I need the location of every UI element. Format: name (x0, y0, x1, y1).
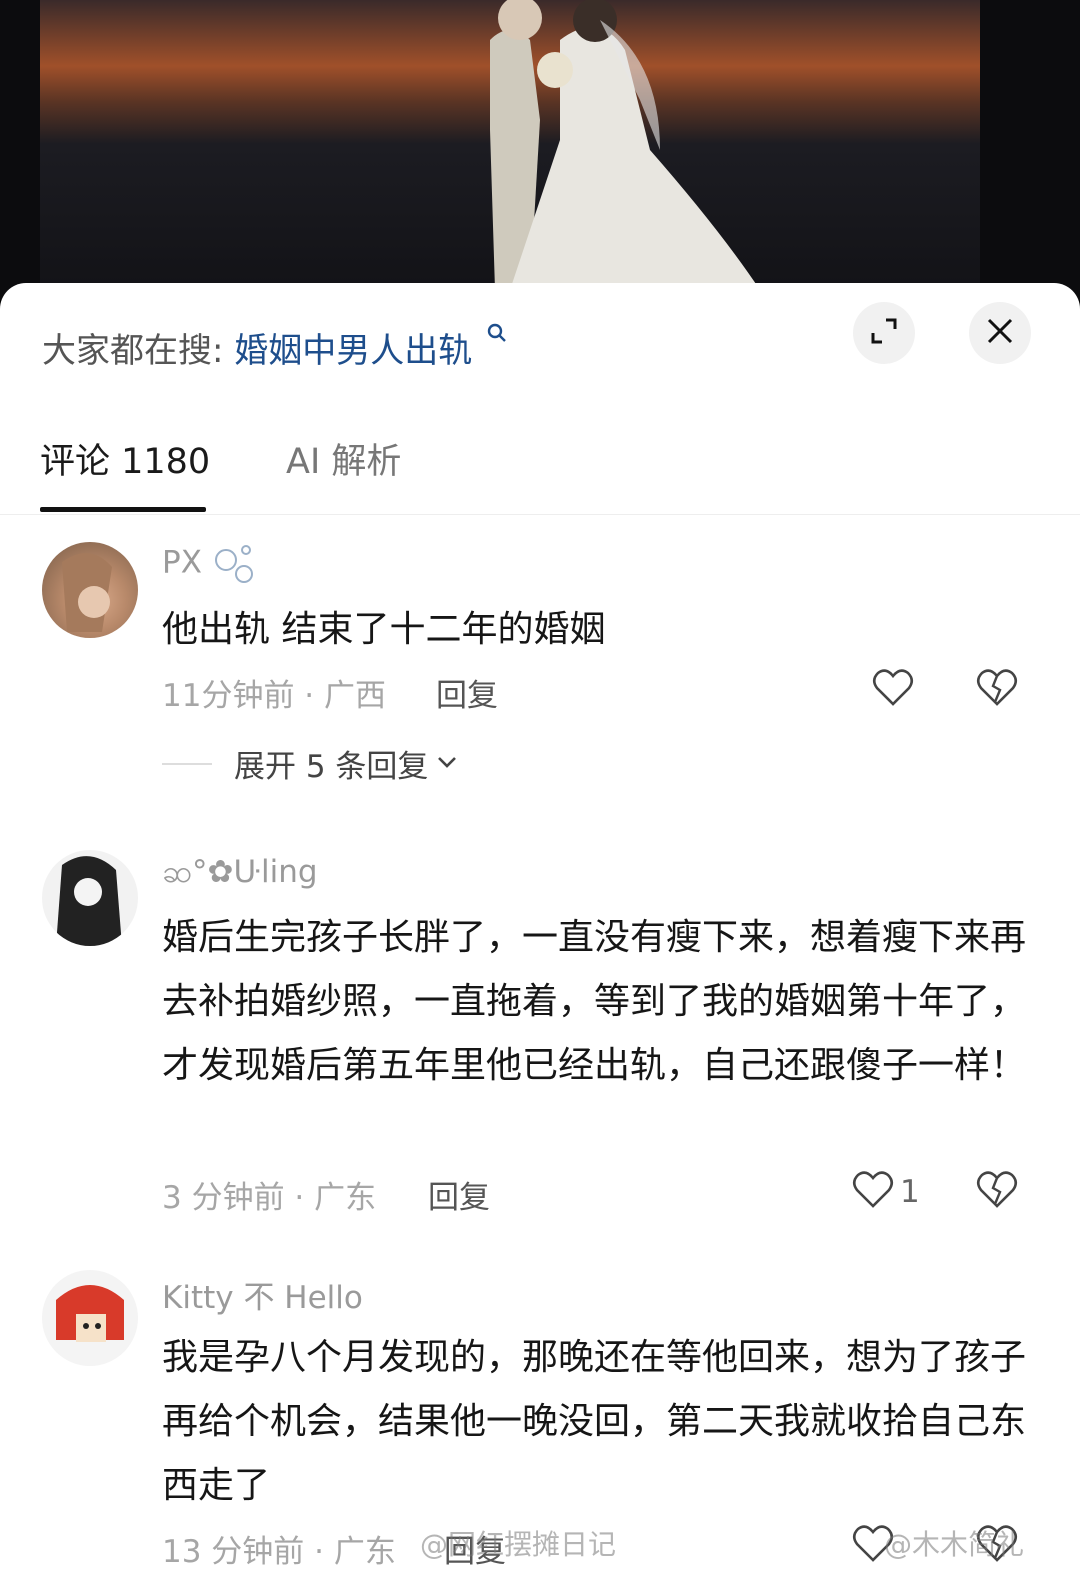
heart-outline-icon (872, 668, 914, 712)
active-tab-indicator (40, 507, 206, 512)
chevron-down-icon (436, 754, 458, 774)
trending-keyword[interactable]: 婚姻中男人出轨 (234, 331, 472, 371)
comment-username[interactable]: ဆ°✿ᑘling (162, 852, 318, 898)
dislike-button[interactable] (976, 1170, 1018, 1214)
dislike-button[interactable] (976, 668, 1018, 712)
close-icon (985, 316, 1015, 350)
bubbles-icon (214, 545, 253, 583)
broken-heart-icon (976, 669, 1018, 712)
tab-ai-analysis[interactable]: AI 解析 (286, 433, 401, 484)
heart-outline-icon (852, 1170, 894, 1214)
trending-search[interactable]: 大家都在搜: 婚姻中男人出轨 (42, 323, 507, 372)
trending-prefix: 大家都在搜: (42, 331, 224, 371)
reply-button[interactable]: 回复 (436, 670, 498, 715)
comment-text: 我是孕八个月发现的，那晚还在等他回来，想为了孩子再给个机会，结果他一晚没回，第二… (162, 1337, 1027, 1506)
comment-meta: 13 分钟前 · 广东 (162, 1534, 396, 1570)
comment-sheet: 大家都在搜: 婚姻中男人出轨 评论 1180 AI 解析 PX 他出轨 结束了十… (0, 283, 1080, 1591)
comment-username[interactable]: PX (162, 544, 256, 584)
wedding-photo (40, 0, 980, 300)
comment-meta: 3 分钟前 · 广东 (162, 1180, 377, 1216)
username-text: PX (162, 544, 202, 581)
broken-heart-icon (976, 1171, 1018, 1214)
tab-divider (0, 514, 1080, 515)
expand-replies[interactable]: 展开 5 条回复 (162, 741, 458, 786)
expand-divider (162, 762, 212, 765)
close-button[interactable] (969, 302, 1031, 364)
avatar[interactable] (42, 542, 138, 638)
video-frame[interactable] (0, 0, 1080, 300)
search-icon (487, 323, 507, 351)
tab-comments[interactable]: 评论 1180 (40, 433, 210, 484)
avatar[interactable] (42, 1270, 138, 1366)
expand-arrows-icon (869, 316, 899, 350)
expand-replies-label: 展开 5 条回复 (234, 749, 429, 785)
like-count: 1 (900, 1174, 920, 1210)
comment-username[interactable]: Kitty 不 Hello (162, 1272, 363, 1317)
comment-text: 婚后生完孩子长胖了，一直没有瘦下来，想着瘦下来再去补拍婚纱照，一直拖着，等到了我… (162, 917, 1027, 1086)
like-button[interactable]: 1 (852, 1170, 920, 1214)
comment-text: 他出轨 结束了十二年的婚姻 (162, 609, 606, 650)
watermark-left: @网红摆摊日记 (420, 1528, 617, 1561)
avatar[interactable] (42, 850, 138, 946)
reply-button[interactable]: 回复 (428, 1172, 490, 1217)
like-button[interactable] (872, 668, 920, 712)
comment-meta: 11分钟前 · 广西 (162, 678, 387, 714)
watermark-right: @木木简礼 (884, 1528, 1025, 1561)
expand-button[interactable] (853, 302, 915, 364)
